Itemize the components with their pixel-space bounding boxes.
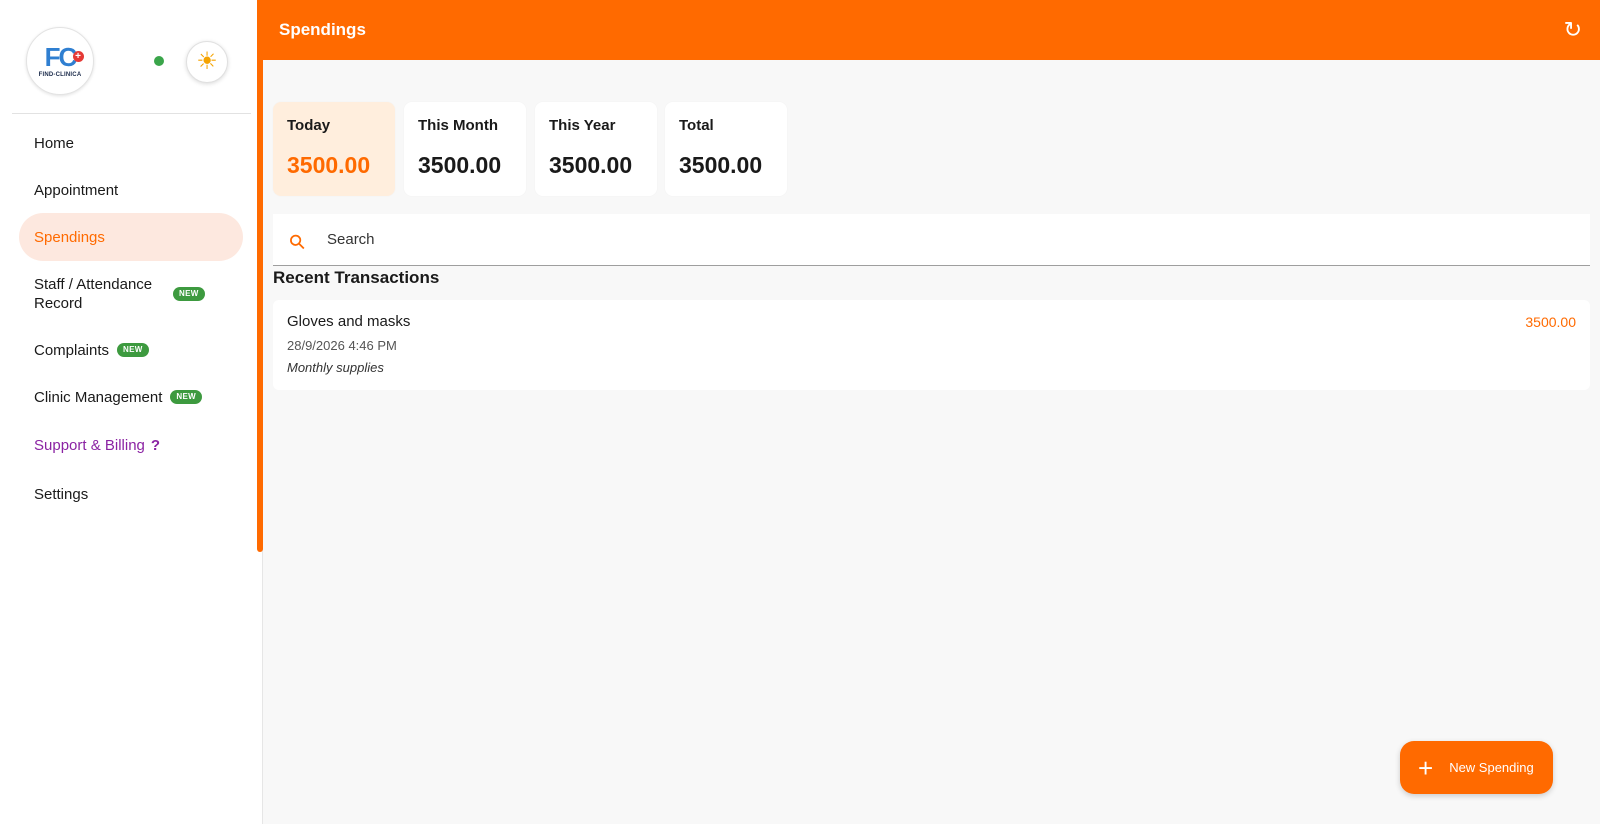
stat-label: This Year — [549, 117, 616, 134]
transaction-title: Gloves and masks — [287, 313, 411, 330]
online-status-dot — [154, 56, 164, 66]
new-spending-label: New Spending — [1449, 760, 1534, 775]
sidebar-item-label: Support & Billing — [34, 436, 145, 454]
sidebar-item-support-billing[interactable]: Support & Billing ? — [19, 433, 243, 457]
search-icon: ⚲ — [284, 229, 311, 256]
transaction-amount: 3500.00 — [1525, 314, 1576, 330]
transaction-date: 28/9/2026 4:46 PM — [287, 338, 397, 353]
sidebar: FC + FIND-CLINICA ☀ Home Appointment Spen… — [0, 0, 263, 824]
sidebar-item-complaints[interactable]: Complaints NEW — [19, 338, 243, 362]
sidebar-item-clinic-management[interactable]: Clinic Management NEW — [19, 385, 243, 409]
search-bar: ⚲ — [273, 214, 1590, 266]
stat-card-today: Today 3500.00 — [273, 102, 395, 196]
sun-icon: ☀ — [196, 48, 218, 75]
plus-icon: + — [1418, 752, 1434, 783]
app-root: FC + FIND-CLINICA ☀ Home Appointment Spen… — [0, 0, 1600, 830]
stat-card-total: Total 3500.00 — [665, 102, 787, 196]
page-header: Spendings ↻ — [263, 0, 1600, 60]
stat-label: This Month — [418, 117, 498, 134]
new-spending-button[interactable]: + New Spending — [1400, 741, 1553, 794]
logo-mark: FC + — [45, 44, 84, 70]
sidebar-item-label: Staff / Attendance Record — [34, 276, 153, 312]
sidebar-item-appointment[interactable]: Appointment — [19, 178, 243, 202]
sidebar-item-home[interactable]: Home — [19, 131, 243, 155]
stat-value: 3500.00 — [418, 152, 502, 178]
sidebar-divider — [12, 113, 251, 114]
sidebar-item-label: Complaints — [34, 341, 110, 359]
new-badge: NEW — [170, 390, 202, 404]
main-content: Today 3500.00 This Month 3500.00 This Ye… — [263, 60, 1600, 824]
sidebar-item-label: Spendings — [34, 228, 105, 246]
sidebar-item-label: Home — [34, 134, 75, 152]
stat-value: 3500.00 — [549, 152, 633, 178]
sidebar-item-staff-attendance[interactable]: Staff / Attendance Record NEW — [19, 274, 243, 314]
sidebar-item-spendings[interactable]: Spendings — [19, 213, 243, 261]
new-badge: NEW — [173, 287, 205, 301]
help-icon: ? — [150, 436, 161, 454]
search-input[interactable] — [327, 231, 1527, 248]
sidebar-item-settings[interactable]: Settings — [19, 482, 243, 506]
page-title: Spendings — [279, 20, 366, 39]
transaction-item[interactable]: Gloves and masks 28/9/2026 4:46 PM Month… — [273, 300, 1590, 390]
stat-label: Total — [679, 117, 714, 134]
new-badge: NEW — [117, 343, 149, 357]
transaction-note: Monthly supplies — [287, 360, 384, 375]
stat-card-this-year: This Year 3500.00 — [535, 102, 657, 196]
sidebar-item-label: Settings — [34, 485, 89, 503]
stat-value: 3500.00 — [287, 152, 371, 178]
refresh-icon[interactable]: ↻ — [1564, 19, 1582, 41]
clinic-logo[interactable]: FC + FIND-CLINICA — [26, 27, 94, 95]
stat-label: Today — [287, 117, 331, 134]
recent-transactions-title: Recent Transactions — [273, 268, 440, 287]
sidebar-item-label: Appointment — [34, 181, 119, 199]
stat-value: 3500.00 — [679, 152, 763, 178]
sidebar-item-label: Clinic Management — [34, 388, 163, 406]
theme-toggle-button[interactable]: ☀ — [186, 41, 228, 83]
logo-text: FIND-CLINICA — [38, 72, 82, 78]
stat-card-this-month: This Month 3500.00 — [404, 102, 526, 196]
